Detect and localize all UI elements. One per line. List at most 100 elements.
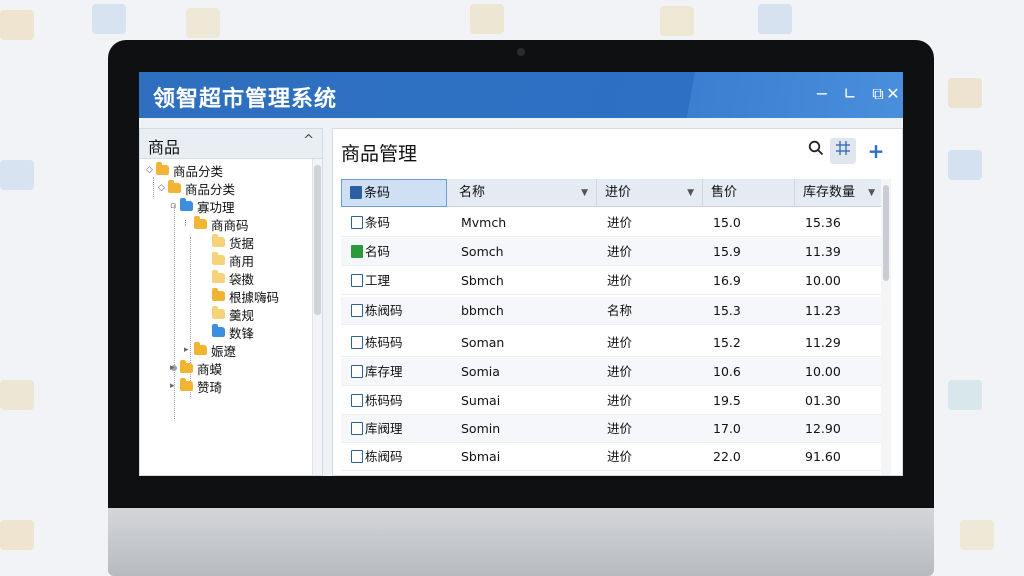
column-header-price[interactable]: 售价 xyxy=(703,179,795,207)
cell-text: 进价 xyxy=(607,215,633,230)
table-cell: 11.23 xyxy=(805,297,841,325)
minimize-button[interactable]: − xyxy=(811,83,833,105)
sort-icon[interactable]: ▼ xyxy=(868,179,875,207)
table-row[interactable]: 库存理 Somia 进价 10.6 10.00 xyxy=(341,358,883,386)
cell-text: 22.0 xyxy=(713,449,741,464)
table-cell: 15.0 xyxy=(713,209,741,237)
table-cell: 15.3 xyxy=(713,297,741,325)
table-row[interactable]: 工理 Sbmch 进价 16.9 10.00 xyxy=(341,267,883,295)
tree-node[interactable]: ◇ 商品分类 xyxy=(158,179,235,197)
expand-icon[interactable]: ▸ xyxy=(170,381,180,391)
expand-icon[interactable]: ▫ xyxy=(170,201,180,211)
cell-text: 库阀理 xyxy=(365,421,403,436)
tree-node[interactable]: 数锋 xyxy=(202,323,254,341)
expand-icon[interactable]: ▸ xyxy=(170,363,180,373)
expand-icon[interactable]: ⁝ xyxy=(184,219,194,229)
cell-text: 15.36 xyxy=(805,215,841,230)
table-row[interactable]: 条码 Mvmch 进价 15.0 15.36 xyxy=(341,209,883,237)
panel-title: 商品管理 xyxy=(341,143,418,165)
tree-node[interactable]: ▸ 商蟆 xyxy=(170,359,222,377)
tree-node[interactable]: ⁝ 商商码 xyxy=(184,215,249,233)
scrollbar-thumb[interactable] xyxy=(883,185,889,281)
row-checkbox-icon[interactable] xyxy=(351,450,363,463)
row-checkbox-icon[interactable] xyxy=(351,274,363,287)
table-cell: 栋阀码 xyxy=(351,297,403,325)
cell-text: 栋阀码 xyxy=(365,303,403,318)
tree-node[interactable]: ▸ 赞琦 xyxy=(170,377,222,395)
row-checkbox-icon[interactable] xyxy=(351,394,363,407)
tree-node[interactable]: ▫ 寡功理 xyxy=(170,197,235,215)
table-row[interactable]: 名码 Somch 进价 15.9 11.39 xyxy=(341,238,883,266)
grid-view-button[interactable] xyxy=(830,138,856,164)
chevron-up-icon[interactable]: ^ xyxy=(303,133,314,148)
table-row[interactable]: 栎码码 Sumai 进价 19.5 01.30 xyxy=(341,387,883,415)
row-checkbox-icon[interactable] xyxy=(351,216,363,229)
column-header-cost[interactable]: 进价 ▼ xyxy=(597,179,703,207)
bg-tile xyxy=(758,4,792,34)
table-cell: 进价 xyxy=(607,415,632,443)
table-cell: 15.2 xyxy=(713,329,741,357)
expand-icon[interactable]: ◇ xyxy=(158,183,168,193)
tree-node[interactable]: 根據嗨码 xyxy=(202,287,279,305)
row-checkbox-icon[interactable] xyxy=(351,245,363,258)
folder-icon xyxy=(212,252,225,265)
tree-node[interactable]: ▸ 娠遼 xyxy=(184,341,236,359)
scrollbar-thumb[interactable] xyxy=(314,165,321,315)
row-checkbox-icon[interactable] xyxy=(351,422,363,435)
table-row[interactable]: 栋阀码 Sbmai 进价 22.0 91.60 xyxy=(341,443,883,471)
table-cell: 工理 xyxy=(351,267,390,295)
cell-text: Somch xyxy=(461,244,504,259)
table-row[interactable]: 库阀理 Somin 进价 17.0 12.90 xyxy=(341,415,883,443)
tree-node-label: 商商码 xyxy=(211,217,249,233)
cell-text: 19.5 xyxy=(713,393,741,408)
tree-scrollbar[interactable] xyxy=(312,159,322,475)
expand-icon[interactable]: ◇ xyxy=(146,165,156,175)
table-row[interactable]: 栋码码 Soman 进价 15.2 11.29 xyxy=(341,329,883,357)
folder-icon xyxy=(168,180,181,193)
table-cell: 进价 xyxy=(607,329,632,357)
restore-button[interactable]: ∟ xyxy=(839,83,861,105)
tree-node[interactable]: 袋擞 xyxy=(202,269,254,287)
tree-node[interactable]: 商用 xyxy=(202,251,254,269)
tree-node[interactable]: 货据 xyxy=(202,233,254,251)
table-cell: 进价 xyxy=(607,267,632,295)
column-header-stock[interactable]: 库存数量 ▼ xyxy=(795,179,883,207)
table-cell: 91.60 xyxy=(805,443,841,471)
bg-tile xyxy=(948,150,982,180)
column-header-barcode[interactable]: 条码 xyxy=(341,179,447,207)
table-cell: 12.90 xyxy=(805,415,841,443)
cell-text: 10.00 xyxy=(805,273,841,288)
cell-text: 进价 xyxy=(607,335,633,350)
add-button[interactable]: + xyxy=(863,138,889,164)
cell-text: 名码 xyxy=(365,244,391,259)
sort-icon[interactable]: ▼ xyxy=(581,179,588,207)
close-button[interactable]: ✕ xyxy=(883,83,903,105)
monitor-stand-chin xyxy=(108,508,934,576)
tree-node[interactable]: ◇ 商品分类 xyxy=(146,161,223,179)
row-checkbox-icon[interactable] xyxy=(351,336,363,349)
table-cell: Sbmai xyxy=(461,443,500,471)
search-button[interactable] xyxy=(803,138,829,164)
tree-node-label: 赞琦 xyxy=(197,379,223,395)
expand-icon[interactable]: ▸ xyxy=(184,345,194,355)
folder-icon xyxy=(212,234,225,247)
cell-text: 栋码码 xyxy=(365,335,403,350)
table-cell: 库阀理 xyxy=(351,415,403,443)
tree-node-label: 货据 xyxy=(229,235,255,251)
folder-icon xyxy=(180,378,193,391)
row-checkbox-icon[interactable] xyxy=(351,365,363,378)
bg-tile xyxy=(948,380,982,410)
cell-text: Sbmch xyxy=(461,273,504,288)
cell-text: 进价 xyxy=(607,421,633,436)
product-management-panel: 商品管理 + 条码 名称 ▼ 进价 ▼ 售价 库存数量 ▼ 条码 Mvmch 进价 15.0… xyxy=(332,128,903,476)
column-header-name[interactable]: 名称 ▼ xyxy=(451,179,597,207)
tree-node[interactable]: 羹规 xyxy=(202,305,254,323)
checkbox-icon[interactable] xyxy=(350,186,362,199)
table-row[interactable]: 栋阀码 bbmch 名称 15.3 11.23 xyxy=(341,297,883,325)
table-cell: Sumai xyxy=(461,387,500,415)
table-cell: Somch xyxy=(461,238,504,266)
sort-icon[interactable]: ▼ xyxy=(687,179,694,207)
cell-text: 11.29 xyxy=(805,335,841,350)
row-checkbox-icon[interactable] xyxy=(351,304,363,317)
table-scrollbar[interactable] xyxy=(881,179,891,475)
